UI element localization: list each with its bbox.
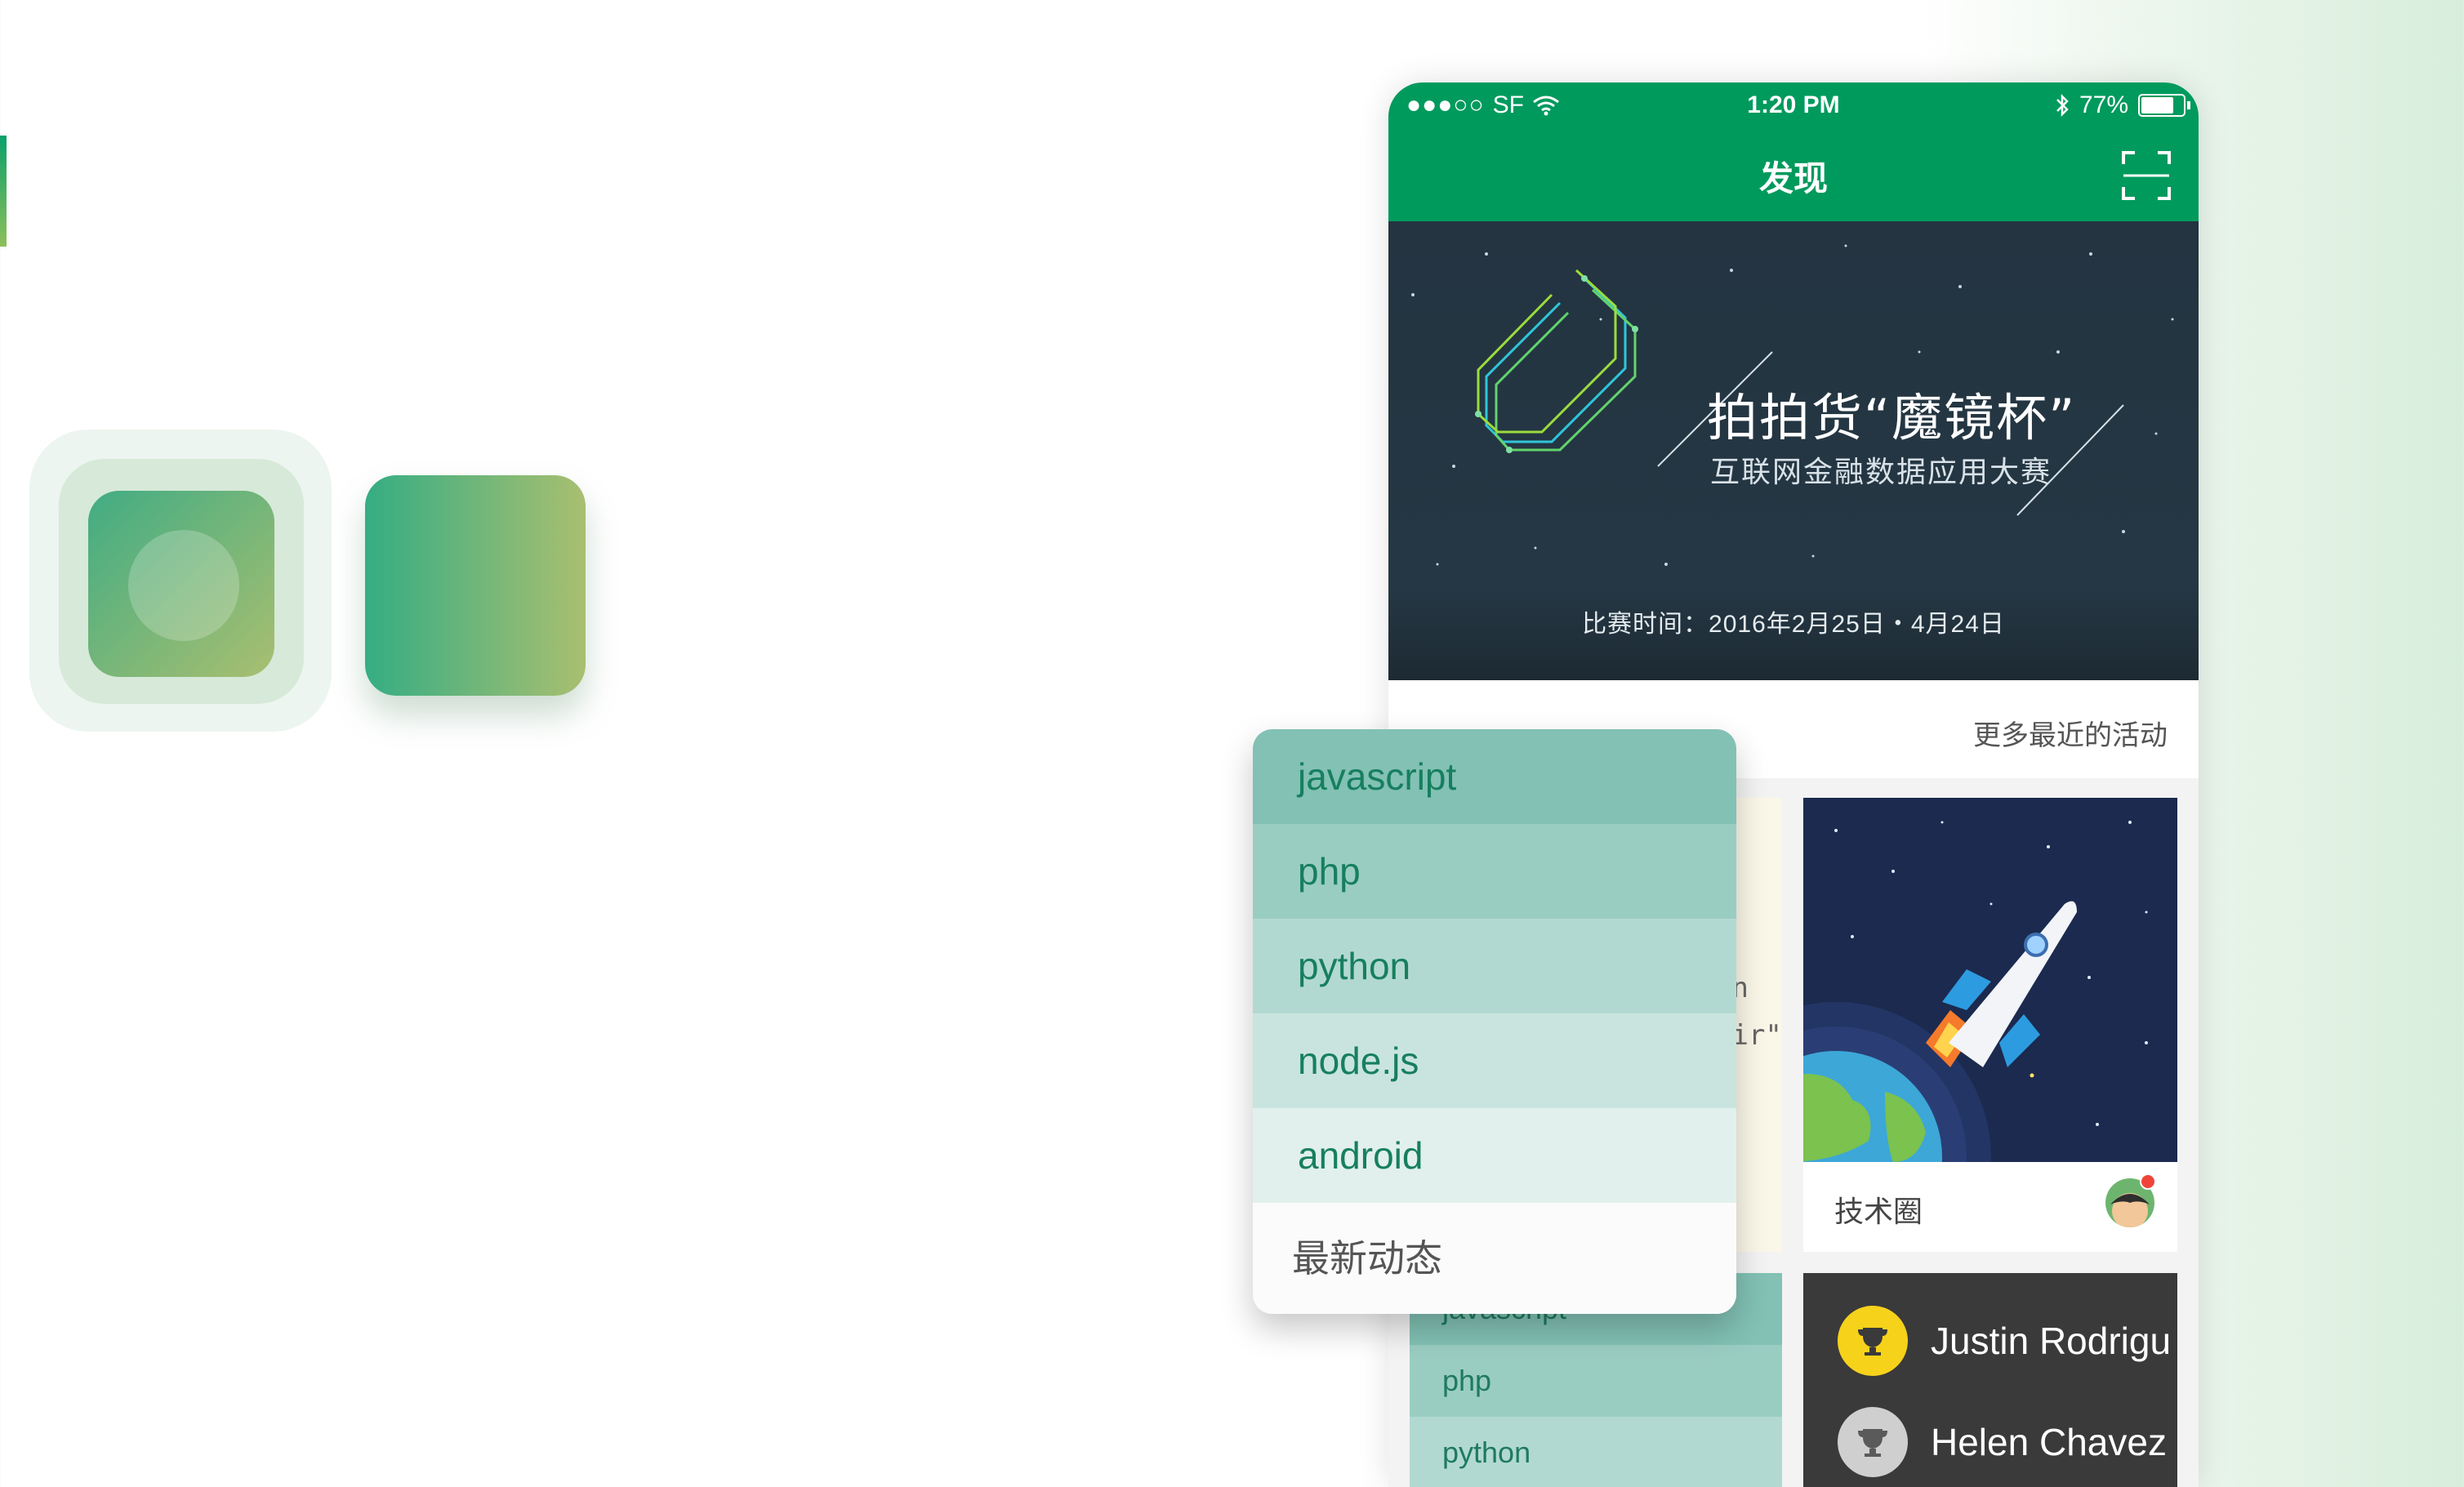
dropdown-footer-latest-news[interactable]: 最新动态 [1253,1203,1736,1314]
dropdown-item-php[interactable]: php [1253,824,1736,919]
list-item[interactable]: python [1410,1417,1782,1487]
language-dropdown: javascript php python node.js android 最新… [1253,729,1736,1314]
trophy-icon [1838,1306,1908,1376]
battery-percent: 77% [2079,91,2128,118]
trophy-icon [1838,1407,1908,1477]
dropdown-item-javascript[interactable]: javascript [1253,729,1736,824]
dropdown-item-android[interactable]: android [1253,1108,1736,1203]
list-item[interactable]: php [1410,1345,1782,1417]
banner-title: 拍拍货“魔镜杯” [1707,388,2077,447]
press-ripple-dot [128,530,239,641]
dropdown-item-python[interactable]: python [1253,919,1736,1013]
navbar: 发现 [1388,128,2199,221]
event-banner[interactable]: 拍拍货“魔镜杯” 互联网金融数据应用大赛 比赛时间：2016年2月25日・4月2… [1388,221,2199,680]
bluetooth-icon [2056,93,2069,118]
scan-icon[interactable] [2122,151,2171,200]
leaderboard-row[interactable]: Helen Chavez [1838,1407,2167,1477]
leaderboard-card[interactable]: Justin Rodrigu Helen Chavez [1803,1273,2177,1487]
tech-circle-card[interactable]: 技术圈 [1803,798,2177,1252]
circuit-logo-icon [1475,269,1638,453]
tech-circle-label: 技术圈 [1834,1195,1923,1228]
leader-name: Helen Chavez [1931,1421,2167,1463]
banner-date: 比赛时间：2016年2月25日・4月24日 [1582,611,2005,638]
accent-bar [0,136,7,247]
battery-icon [2138,94,2190,117]
leader-name: Justin Rodrigu [1931,1320,2172,1362]
rocket-illustration [1803,798,2177,1162]
gradient-tile [365,475,586,696]
leaderboard-row[interactable]: Justin Rodrigu [1838,1306,2171,1376]
more-activities-link[interactable]: 更多最近的活动 [1973,713,2168,753]
battery-level [2141,97,2173,114]
notification-badge [2140,1173,2156,1190]
dropdown-item-nodejs[interactable]: node.js [1253,1013,1736,1108]
page-title: 发现 [1758,159,1828,198]
banner-subtitle: 互联网金融数据应用大赛 [1710,455,2052,488]
status-bar: ●●●○○ SF 1:20 PM 77% [1388,82,2199,128]
